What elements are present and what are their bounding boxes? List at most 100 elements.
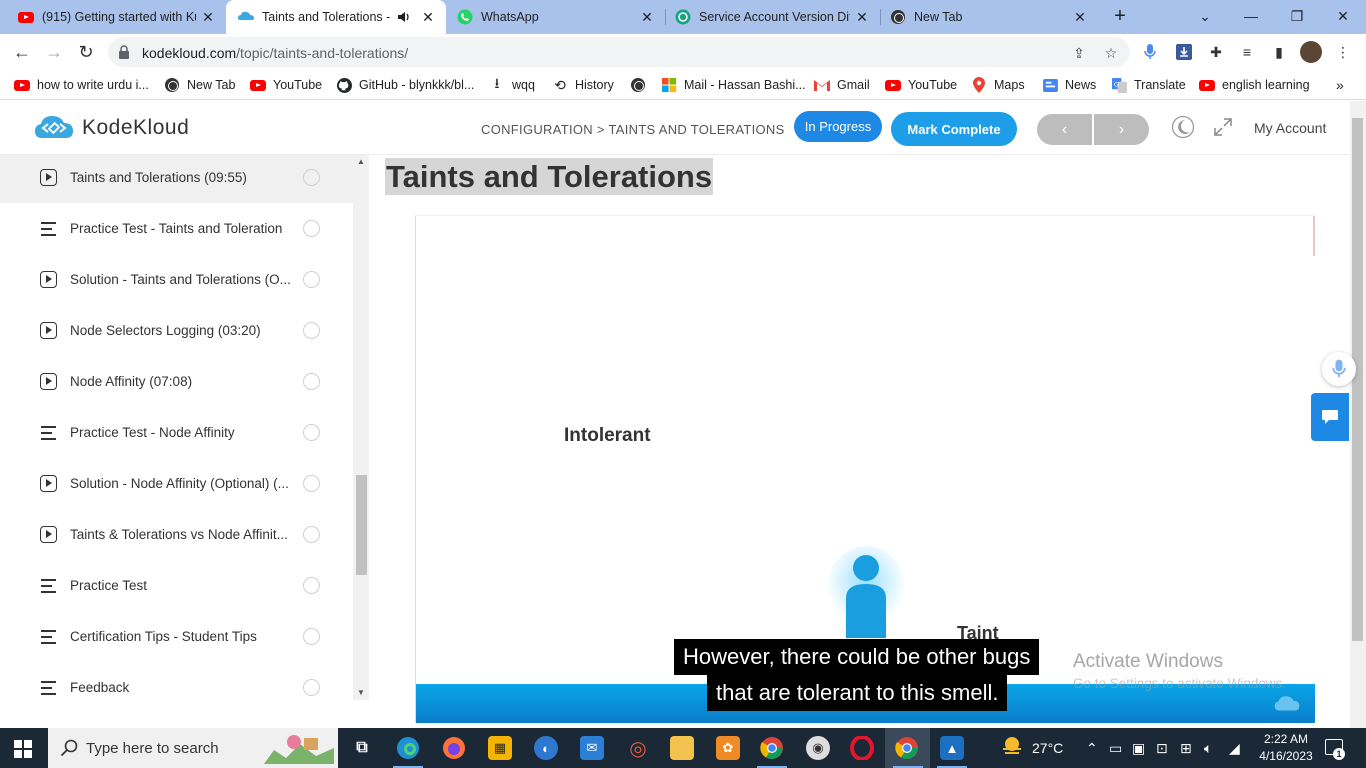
lesson-item[interactable]: Taints & Tolerations vs Node Affinit...: [0, 509, 353, 560]
windows-start-icon[interactable]: [14, 740, 32, 758]
chrome-profile-icon[interactable]: [895, 736, 919, 760]
lesson-item[interactable]: Certification Tips - Student Tips: [0, 611, 353, 662]
page-scroll-thumb[interactable]: [1352, 118, 1363, 641]
mail-icon[interactable]: ✉: [580, 736, 604, 760]
weather-icon[interactable]: [1000, 734, 1024, 761]
settings-app-icon[interactable]: ✿: [716, 736, 740, 760]
next-lesson-button[interactable]: ›: [1094, 114, 1149, 145]
my-account-link[interactable]: My Account: [1254, 120, 1326, 136]
network-device-icon[interactable]: ⊞: [1180, 740, 1192, 757]
voice-input-widget[interactable]: [1322, 352, 1356, 386]
restore-icon[interactable]: ❐: [1284, 4, 1310, 28]
wifi-icon[interactable]: ◢: [1229, 740, 1240, 757]
new-tab-button[interactable]: +: [1110, 6, 1130, 27]
bookmark-item[interactable]: YouTube: [885, 76, 957, 94]
dark-mode-toggle-icon[interactable]: [1171, 115, 1195, 139]
close-icon[interactable]: ✕: [1072, 9, 1088, 25]
bookmark-item[interactable]: english learning: [1199, 76, 1310, 94]
lesson-item[interactable]: Practice Test - Node Affinity: [0, 407, 353, 458]
mark-complete-button[interactable]: Mark Complete: [891, 112, 1017, 146]
reading-list-icon[interactable]: ≡: [1238, 43, 1256, 61]
completion-circle-icon[interactable]: [303, 577, 320, 594]
completion-circle-icon[interactable]: [303, 424, 320, 441]
close-icon[interactable]: ✕: [854, 9, 870, 25]
usb-icon[interactable]: ⊡: [1156, 740, 1168, 757]
completion-circle-icon[interactable]: [303, 169, 320, 186]
file-explorer-icon[interactable]: [670, 736, 694, 760]
menu-kebab-icon[interactable]: ⋮: [1334, 43, 1352, 61]
device-icon[interactable]: ▣: [1132, 740, 1145, 757]
tab-kodekloud[interactable]: Taints and Tolerations - K ✕: [226, 0, 446, 34]
minimize-icon[interactable]: —: [1238, 4, 1264, 28]
photos-icon[interactable]: ▲: [940, 736, 964, 760]
download-extension-icon[interactable]: [1175, 43, 1193, 61]
teams-icon[interactable]: ◐: [534, 736, 558, 760]
lesson-item[interactable]: Solution - Node Affinity (Optional) (...: [0, 458, 353, 509]
share-icon[interactable]: ⇪: [1070, 44, 1088, 62]
bookmark-item[interactable]: ⟲ History: [552, 76, 614, 94]
close-icon[interactable]: ✕: [639, 9, 655, 25]
completion-circle-icon[interactable]: [303, 322, 320, 339]
bookmarks-overflow-icon[interactable]: »: [1336, 76, 1344, 94]
bookmark-item[interactable]: GitHub - blynkkk/bl...: [336, 76, 474, 94]
show-hidden-icons-icon[interactable]: ⌃: [1086, 740, 1098, 757]
taskbar-search[interactable]: Type here to search: [48, 728, 338, 768]
sidebar-scrollbar[interactable]: [353, 155, 369, 700]
bookmark-item[interactable]: G Translate: [1111, 76, 1186, 94]
completion-circle-icon[interactable]: [303, 628, 320, 645]
chat-widget-button[interactable]: [1311, 393, 1349, 441]
bookmark-item[interactable]: Maps: [971, 76, 1025, 94]
completion-circle-icon[interactable]: [303, 220, 320, 237]
sidebar-scroll-thumb[interactable]: [356, 475, 367, 575]
tab-whatsapp[interactable]: WhatsApp ✕: [447, 0, 666, 34]
scroll-up-icon[interactable]: ▲: [355, 157, 367, 167]
system-clock[interactable]: 2:22 AM 4/16/2023: [1254, 731, 1318, 765]
weather-temperature[interactable]: 27°C: [1032, 740, 1063, 756]
lesson-item[interactable]: Taints and Tolerations (09:55): [0, 155, 353, 203]
completion-circle-icon[interactable]: [303, 679, 320, 696]
bookmark-item[interactable]: News: [1042, 76, 1096, 94]
lesson-item[interactable]: Node Affinity (07:08): [0, 356, 353, 407]
lesson-item[interactable]: Practice Test - Taints and Toleration: [0, 203, 353, 254]
completion-circle-icon[interactable]: [303, 475, 320, 492]
profile-avatar[interactable]: [1300, 41, 1322, 63]
task-view-icon[interactable]: ⧉: [350, 736, 374, 760]
volume-icon[interactable]: 🔈︎: [1204, 740, 1212, 757]
lesson-item[interactable]: Practice Test: [0, 560, 353, 611]
microsoft-store-icon[interactable]: ▦: [488, 736, 512, 760]
side-panel-icon[interactable]: ▮: [1270, 43, 1288, 61]
bookmark-item[interactable]: YouTube: [250, 76, 322, 94]
snail-app-icon[interactable]: ◎: [626, 736, 650, 760]
firefox-icon[interactable]: [442, 736, 466, 760]
opera-icon[interactable]: [850, 736, 874, 760]
bookmark-item[interactable]: how to write urdu i...: [14, 76, 149, 94]
close-window-icon[interactable]: ✕: [1330, 4, 1356, 28]
bookmark-item[interactable]: Gmail: [814, 76, 870, 94]
fullscreen-icon[interactable]: [1211, 115, 1235, 139]
bookmark-item[interactable]: Mail - Hassan Bashi...: [661, 76, 806, 94]
bookmark-item[interactable]: [630, 76, 653, 94]
previous-lesson-button[interactable]: ‹: [1037, 114, 1092, 145]
tab-new[interactable]: New Tab ✕: [880, 0, 1098, 34]
obs-icon[interactable]: ◉: [806, 736, 830, 760]
tab-search-icon[interactable]: ⌄: [1192, 4, 1218, 28]
extensions-puzzle-icon[interactable]: ✚: [1207, 43, 1225, 61]
close-icon[interactable]: ✕: [200, 9, 216, 25]
reload-icon[interactable]: ↻: [74, 40, 98, 64]
tab-youtube[interactable]: (915) Getting started with Ku ✕: [8, 0, 227, 34]
speaker-icon[interactable]: [396, 9, 412, 25]
completion-circle-icon[interactable]: [303, 373, 320, 390]
tab-openai[interactable]: Service Account Version Diffe ✕: [665, 0, 881, 34]
microphone-extension-icon[interactable]: [1141, 43, 1159, 61]
scroll-down-icon[interactable]: ▼: [355, 688, 367, 698]
address-bar[interactable]: kodekloud.com/topic/taints-and-toleratio…: [108, 37, 1130, 67]
bookmark-item[interactable]: New Tab: [164, 76, 235, 94]
completion-circle-icon[interactable]: [303, 271, 320, 288]
forward-icon[interactable]: →: [42, 40, 66, 64]
bookmark-item[interactable]: ⭳ wqq: [489, 75, 535, 94]
chrome-icon[interactable]: [760, 736, 784, 760]
brand-logo[interactable]: KodeKloud: [34, 114, 189, 142]
lesson-item[interactable]: Feedback: [0, 662, 353, 713]
close-icon[interactable]: ✕: [420, 9, 436, 25]
edge-icon[interactable]: [396, 736, 420, 760]
